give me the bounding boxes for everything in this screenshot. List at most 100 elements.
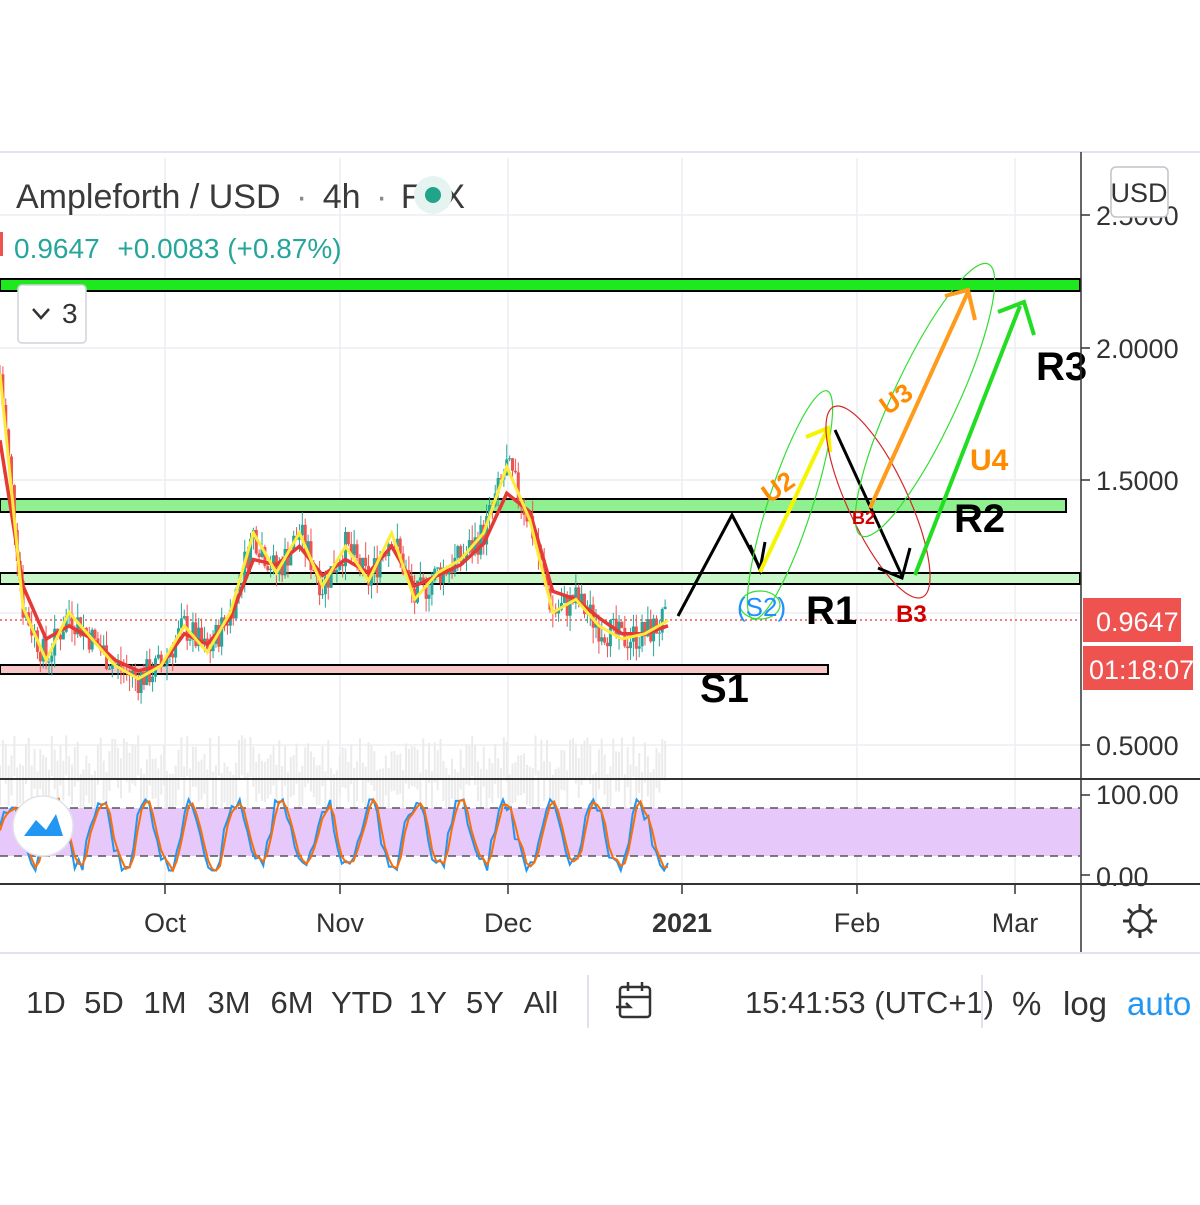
volume-bar [494, 743, 497, 784]
candle-body [629, 641, 633, 649]
volume-bar [263, 761, 266, 802]
range-button-1y[interactable]: 1Y [409, 985, 447, 1020]
osc-tick-100: 100.00 [1096, 780, 1179, 810]
volume-bar [186, 736, 189, 777]
volume-bar [258, 753, 261, 794]
volume-bar [612, 738, 615, 779]
legend: Ampleforth / USD · 4h · FTX 0.9647 +0.00… [0, 176, 465, 344]
range-button-5d[interactable]: 5D [84, 985, 124, 1020]
candle-body [162, 665, 166, 667]
range-button-3m[interactable]: 3M [207, 985, 250, 1020]
volume-bar [399, 753, 402, 794]
volume-bar [430, 771, 433, 812]
range-button-1m[interactable]: 1M [143, 985, 186, 1020]
volume-bar [543, 761, 546, 802]
volume-bar [638, 753, 641, 794]
volume-bar [485, 769, 488, 810]
volume-bar [373, 751, 376, 792]
volume-bar [433, 742, 436, 783]
candle-body [456, 546, 460, 558]
volume-bar [442, 760, 445, 801]
time-tick-label: Feb [834, 908, 881, 938]
volume-bar [381, 768, 384, 809]
gear-icon[interactable] [1123, 904, 1157, 938]
volume-bar [157, 768, 160, 809]
volume-bar [410, 746, 413, 787]
volume-bar [632, 736, 635, 777]
percent-toggle[interactable]: % [1012, 985, 1041, 1022]
ma-fast-line [0, 373, 669, 681]
candle-body [346, 531, 350, 545]
volume-bar [428, 742, 431, 783]
indicator-count: 3 [62, 298, 78, 329]
candle-body [107, 668, 111, 670]
volume-bar [586, 737, 589, 778]
volume-bar [491, 763, 494, 804]
volume-bar [505, 741, 508, 782]
clock[interactable]: 15:41:53 (UTC+1) [745, 985, 994, 1020]
candle-body [47, 661, 51, 663]
symbol-title[interactable]: Ampleforth / USD · 4h · FTX [16, 178, 465, 216]
volume-bar [523, 753, 526, 794]
osc-tick-0: 0.00 [1096, 862, 1149, 892]
volume-bar [269, 754, 272, 795]
volume-bar [76, 741, 79, 782]
volume-bar [574, 743, 577, 784]
zone-r1[interactable] [0, 572, 1081, 585]
calendar-goto-icon[interactable] [616, 982, 652, 1019]
volume-bar [261, 760, 264, 801]
volume-bar [658, 752, 661, 793]
volume-bar [583, 740, 586, 781]
volume-bar [278, 740, 281, 781]
candle-body [663, 606, 667, 610]
log-toggle[interactable]: log [1063, 985, 1107, 1022]
zone-r3[interactable] [0, 278, 1081, 292]
label-r3: R3 [1036, 345, 1087, 389]
volume-bar [16, 767, 19, 808]
currency-label: USD [1110, 178, 1167, 208]
label-s2: (S2) [737, 592, 786, 622]
range-buttons: 1D 5D 1M 3M 6M YTD 1Y 5Y All [26, 985, 558, 1020]
volume-bar [255, 761, 258, 802]
candle-body [341, 564, 345, 567]
time-axis[interactable]: Oct Nov Dec 2021 Feb Mar [144, 884, 1038, 938]
time-tick-label: 2021 [652, 908, 712, 938]
label-r2: R2 [954, 497, 1005, 541]
volume-bar [62, 760, 65, 801]
time-tick-label: Oct [144, 908, 187, 938]
volume-bar [540, 739, 543, 780]
volume-bar [379, 769, 382, 810]
volume-bar [393, 750, 396, 791]
volume-bar [476, 761, 479, 802]
auto-toggle[interactable]: auto [1127, 985, 1191, 1022]
countdown-text: 01:18:07 [1089, 655, 1194, 685]
candle-body [634, 626, 638, 649]
range-button-1d[interactable]: 1D [26, 985, 66, 1020]
candle-body [511, 458, 515, 471]
volume-bar [577, 757, 580, 798]
volume-bar [664, 740, 667, 781]
volume-bar [566, 770, 569, 811]
candle-body [364, 557, 368, 566]
volume-bar [240, 735, 243, 776]
volume-bar [117, 747, 120, 788]
volume-bar [514, 762, 517, 803]
range-button-ytd[interactable]: YTD [331, 985, 393, 1020]
volume-bar [191, 746, 194, 787]
volume-bar [646, 756, 649, 797]
chart-canvas[interactable]: S1 (S2) R1 R2 R3 U2 U3 U4 B2 B3 Amplefor… [0, 0, 1200, 1200]
range-button-5y[interactable]: 5Y [466, 985, 504, 1020]
candle-body [93, 629, 97, 639]
chart-root: S1 (S2) R1 R2 R3 U2 U3 U4 B2 B3 Amplefor… [0, 0, 1200, 1200]
volume-bar [19, 763, 22, 804]
range-button-all[interactable]: All [524, 985, 558, 1020]
volume-bar [520, 755, 523, 796]
volume-bar [335, 770, 338, 811]
volume-bar [531, 767, 534, 808]
logo-badge[interactable] [12, 795, 74, 857]
candle-body [418, 577, 422, 581]
volume-bar [563, 750, 566, 791]
range-button-6m[interactable]: 6M [270, 985, 313, 1020]
volume-bar [344, 748, 347, 789]
candle-body [182, 616, 186, 619]
